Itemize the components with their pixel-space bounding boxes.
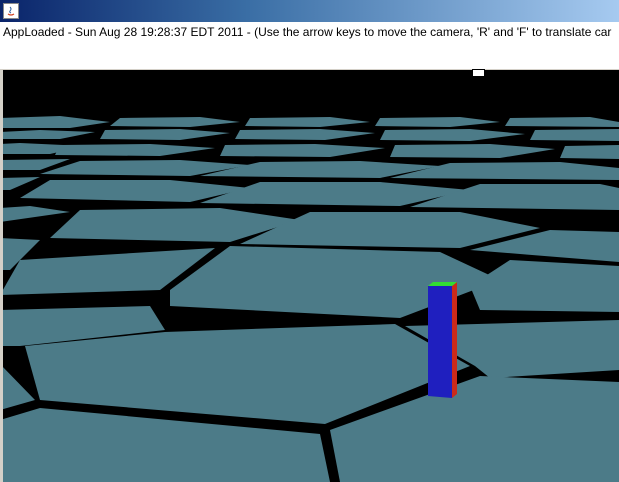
window-left-border (0, 70, 3, 482)
mouse-cursor-icon (472, 69, 485, 77)
3d-viewport[interactable] (0, 70, 619, 482)
java-applet-icon[interactable] (3, 3, 19, 19)
player-marker (428, 282, 457, 398)
window-title-bar[interactable] (0, 0, 619, 22)
status-message: AppLoaded - Sun Aug 28 19:28:37 EDT 2011… (3, 25, 612, 39)
status-panel: AppLoaded - Sun Aug 28 19:28:37 EDT 2011… (0, 22, 619, 70)
